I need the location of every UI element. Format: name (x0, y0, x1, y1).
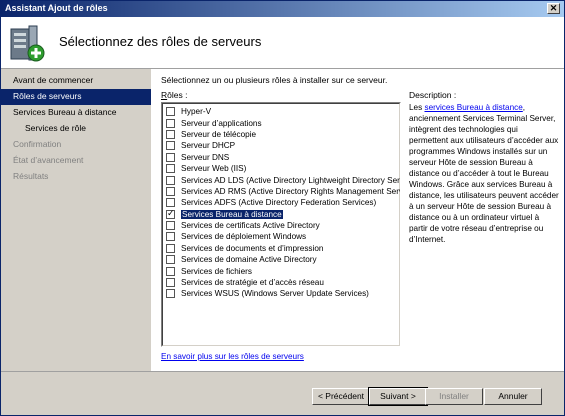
sidebar-item[interactable]: Services Bureau à distance (1, 105, 151, 121)
role-label: Services de certificats Active Directory (181, 221, 320, 231)
role-checkbox[interactable] (166, 255, 175, 265)
role-checkbox[interactable] (166, 118, 175, 128)
title-bar[interactable]: Assistant Ajout de rôles ✕ (1, 1, 564, 17)
install-button[interactable]: Installer (425, 388, 483, 405)
roles-label-text: ôles : (167, 90, 188, 100)
main-content: Sélectionnez un ou plusieurs rôles à ins… (151, 69, 564, 371)
close-button[interactable]: ✕ (547, 3, 560, 14)
sidebar-item[interactable]: Avant de commencer (1, 73, 151, 89)
role-label: Services Bureau à distance (181, 209, 283, 219)
description-text: Les services Bureau à distance, ancienne… (409, 102, 559, 245)
role-row[interactable]: Serveur DNS (163, 152, 399, 163)
sidebar-item: Résultats (13, 171, 49, 181)
role-label: Services de domaine Active Directory (181, 255, 317, 265)
role-row[interactable]: Services AD LDS (Active Directory Lightw… (163, 174, 401, 185)
roles-list-inner: Hyper-V Serveur d’applications Serveur de … (162, 103, 400, 346)
role-label: Services de fichiers (181, 266, 252, 276)
wizard-steps-sidebar: Avant de commencer Rôles de serveurs Servi… (1, 69, 151, 371)
sidebar-item[interactable]: Services de rôle (1, 121, 151, 137)
role-row[interactable]: Hyper-V (163, 106, 399, 117)
role-checkbox[interactable] (166, 198, 175, 208)
role-checkbox[interactable] (166, 141, 175, 151)
role-row[interactable]: Services de déploiement Windows (163, 231, 399, 242)
role-checkbox[interactable] (166, 107, 175, 117)
role-checkbox[interactable] (166, 232, 175, 242)
role-checkbox[interactable] (166, 289, 175, 299)
role-label: Services WSUS (Windows Server Update Ser… (181, 289, 369, 299)
cancel-button[interactable]: Annuler (484, 388, 542, 405)
role-checkbox[interactable] (166, 186, 175, 196)
role-label: Services de documents et d’impression (181, 243, 324, 253)
role-label: Serveur d’applications (181, 118, 262, 128)
roles-label: Rôles : (161, 90, 187, 100)
role-label: Serveur de télécopie (181, 129, 257, 139)
roles-list[interactable]: Hyper-V Serveur d’applications Serveur de … (161, 102, 401, 347)
role-label: Serveur Web (IIS) (181, 164, 247, 174)
role-checkbox[interactable] (166, 221, 175, 231)
role-label: Services AD LDS (Active Directory Lightw… (181, 175, 401, 185)
learn-more-link[interactable]: En savoir plus sur les rôles de serveurs (161, 352, 304, 361)
role-label: Services AD RMS (Active Directory Rights… (181, 186, 401, 196)
role-label: Serveur DHCP (181, 141, 236, 151)
role-checkbox[interactable] (166, 243, 175, 253)
wizard-header: Sélectionnez des rôles de serveurs (1, 17, 564, 69)
role-row[interactable]: Services de stratégie et d’accès réseau (163, 277, 399, 288)
role-label: Services ADFS (Active Directory Federati… (181, 198, 377, 208)
role-checkbox[interactable] (166, 152, 175, 162)
role-row[interactable]: Services de documents et d’impression (163, 243, 399, 254)
sidebar-item[interactable]: Rôles de serveurs (1, 89, 151, 105)
sidebar-item: Confirmation (13, 139, 62, 149)
role-row[interactable]: Serveur de télécopie (163, 129, 399, 140)
role-row[interactable]: Services WSUS (Windows Server Update Ser… (163, 288, 399, 299)
description-prefix: Les (409, 103, 425, 112)
role-label: Services de déploiement Windows (181, 232, 307, 242)
role-row[interactable]: Services de domaine Active Directory (163, 254, 399, 265)
role-row[interactable]: Serveur DHCP (163, 140, 399, 151)
role-row[interactable]: Services de certificats Active Directory (163, 220, 399, 231)
role-row[interactable]: Serveur d’applications (163, 117, 399, 128)
role-label: Services de stratégie et d’accès réseau (181, 278, 324, 288)
previous-button[interactable]: < Précédent (312, 388, 370, 405)
role-checkbox[interactable] (166, 164, 175, 174)
role-checkbox[interactable] (166, 266, 175, 276)
role-label: Hyper-V (181, 107, 212, 117)
page-title: Sélectionnez des rôles de serveurs (59, 34, 262, 49)
wizard-footer: < Précédent Suivant > Installer Annuler (1, 371, 564, 415)
wizard-window: Assistant Ajout de rôles ✕ Sélectionnez … (0, 0, 565, 416)
role-row[interactable]: Serveur Web (IIS) (163, 163, 399, 174)
description-title: Description : (409, 90, 457, 100)
role-checkbox[interactable] (166, 278, 175, 288)
role-row[interactable]: Services AD RMS (Active Directory Rights… (163, 186, 401, 197)
next-button[interactable]: Suivant > (368, 387, 428, 406)
role-checkbox[interactable] (166, 208, 175, 219)
sidebar-item: État d’avancement (13, 155, 84, 165)
role-checkbox[interactable] (166, 175, 175, 185)
role-row[interactable]: Services Bureau à distance (163, 208, 399, 220)
server-add-icon (10, 25, 45, 62)
role-row[interactable]: Services ADFS (Active Directory Federati… (163, 197, 399, 208)
window-title: Assistant Ajout de rôles (5, 3, 108, 13)
role-label: Serveur DNS (181, 152, 230, 162)
role-checkbox[interactable] (166, 129, 175, 139)
intro-text: Sélectionnez un ou plusieurs rôles à ins… (161, 75, 388, 85)
description-link[interactable]: services Bureau à distance (424, 103, 522, 112)
role-row[interactable]: Services de fichiers (163, 265, 399, 276)
description-body: , anciennement Services Terminal Server,… (409, 103, 559, 244)
